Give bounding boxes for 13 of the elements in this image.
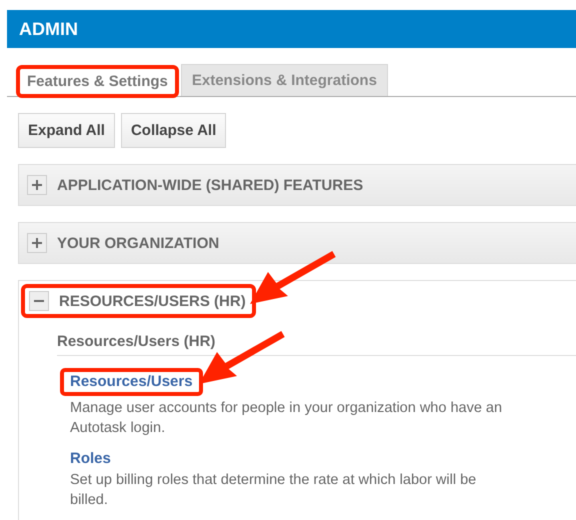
link[interactable]: Roles xyxy=(70,450,111,467)
expand-icon[interactable] xyxy=(27,233,47,253)
admin-header: ADMIN xyxy=(7,10,576,48)
description: Set up billing roles that determine the rate at which labor will be billed. xyxy=(70,471,478,510)
expand-icon[interactable] xyxy=(27,175,47,195)
description: Manage user accounts for people in your organization who have an Autotask login. xyxy=(70,399,504,438)
section-title[interactable]: YOUR ORGANIZATION xyxy=(57,234,220,252)
link[interactable]: Resources/Users xyxy=(70,373,193,390)
expand-all-button[interactable]: Expand All xyxy=(18,113,115,148)
section-title[interactable]: RESOURCES/USERS (HR) xyxy=(59,292,246,310)
collapse-all-button[interactable]: Collapse All xyxy=(120,113,226,148)
tab[interactable]: Features & Settings xyxy=(16,65,179,98)
collapse-icon[interactable] xyxy=(29,291,49,311)
